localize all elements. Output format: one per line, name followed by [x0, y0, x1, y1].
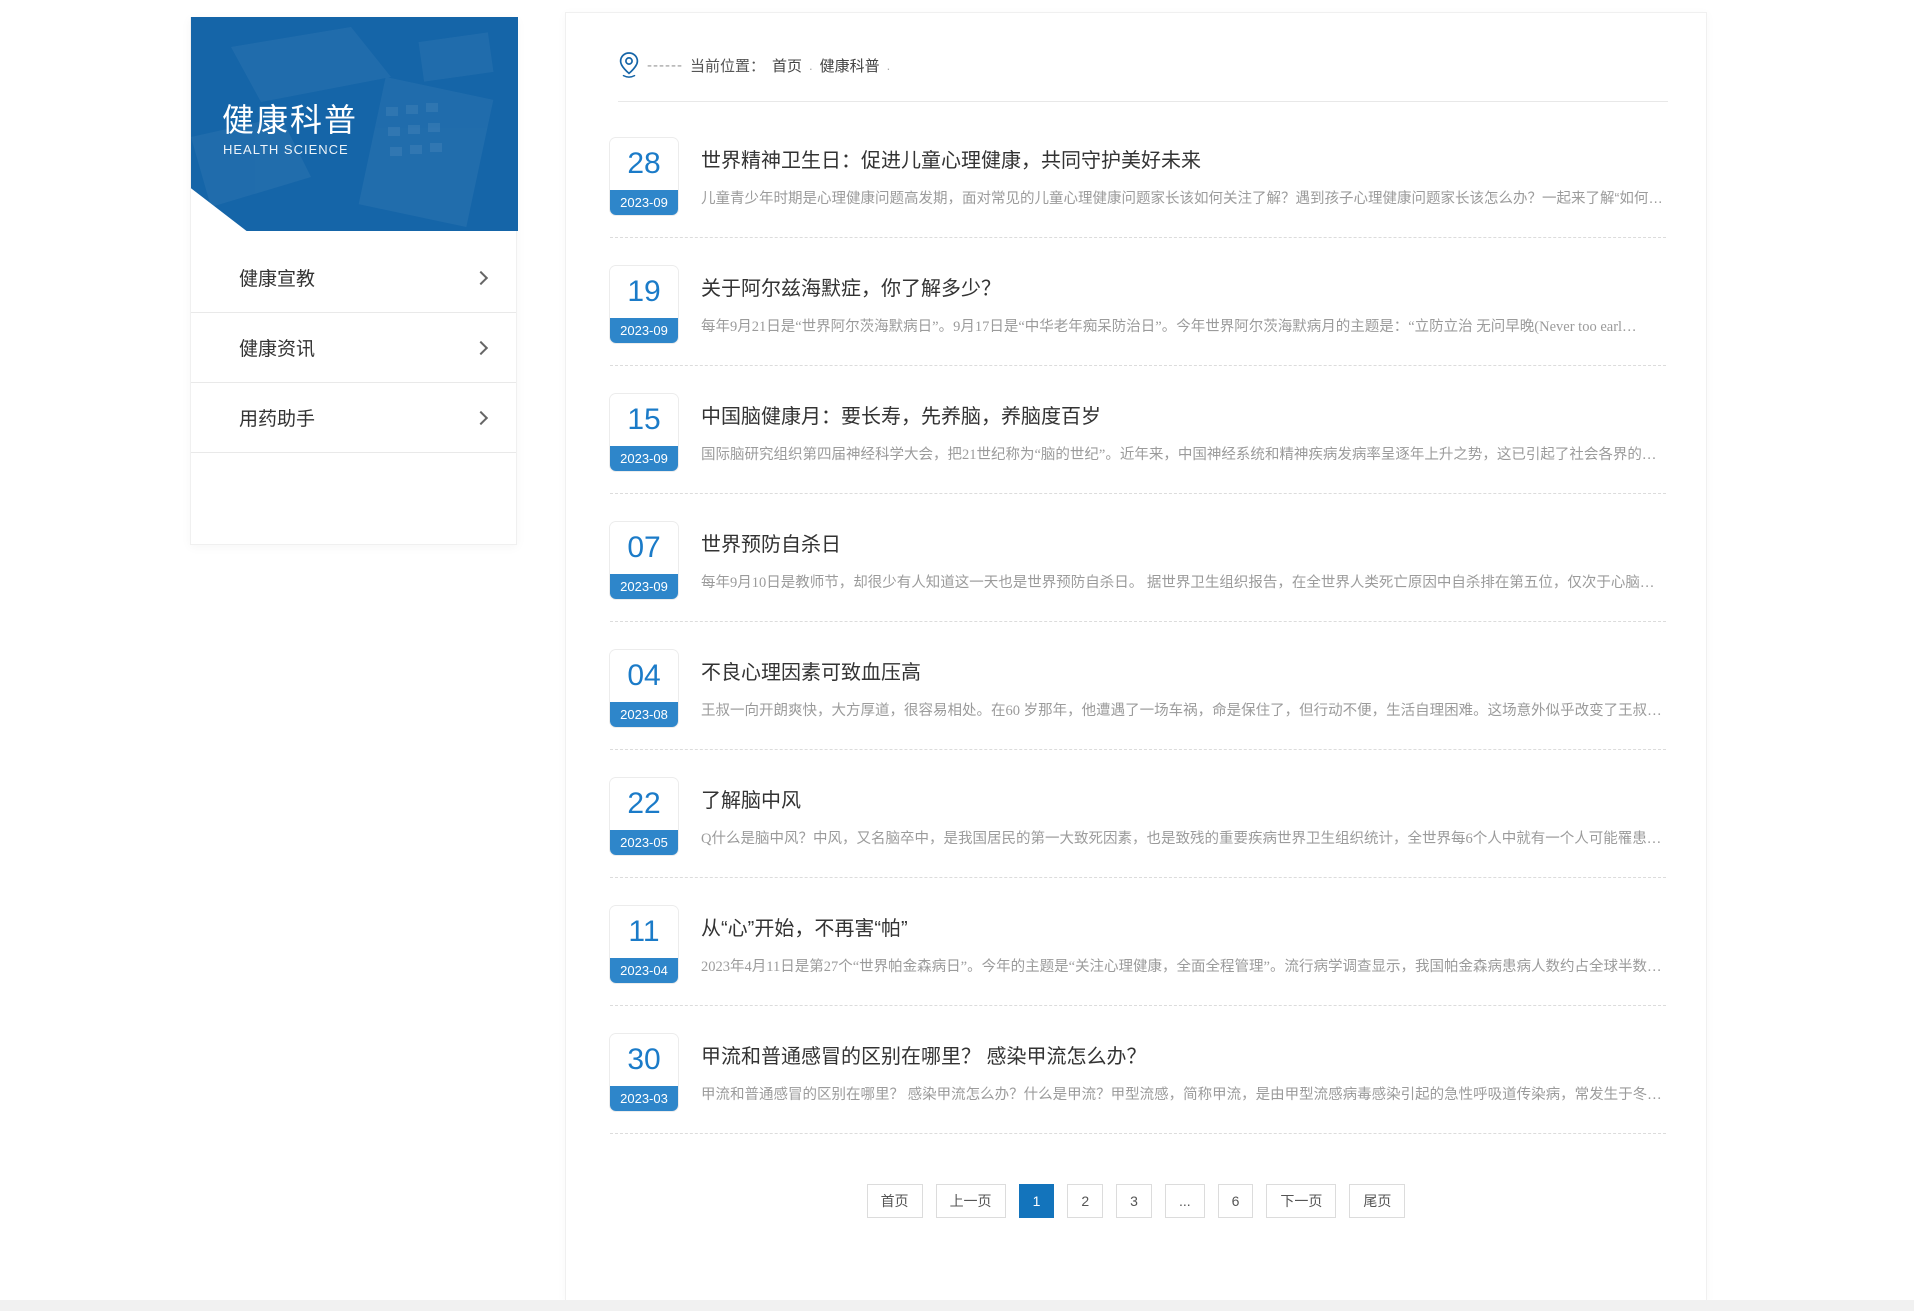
sidebar-item-medication-assistant[interactable]: 用药助手 [191, 383, 516, 453]
date-badge: 11 2023-04 [610, 906, 678, 983]
date-year-month: 2023-09 [610, 574, 678, 599]
pagination-next-button[interactable]: 下一页 [1266, 1184, 1337, 1218]
article-row[interactable]: 22 2023-05 了解脑中风 Q什么是脑中风？中风，又名脑卒中，是我国居民的… [610, 750, 1666, 878]
sidebar-item-label: 健康宣教 [239, 269, 316, 290]
article-title[interactable]: 不良心理因素可致血压高 [701, 656, 1666, 685]
pagination-last-button[interactable]: 尾页 [1349, 1184, 1406, 1218]
sidebar-item-health-news[interactable]: 健康资讯 [191, 313, 516, 383]
pagination-ellipsis-button[interactable]: ... [1164, 1184, 1205, 1218]
article-list: 28 2023-09 世界精神卫生日：促进儿童心理健康，共同守护美好未来 儿童青… [610, 110, 1666, 1134]
date-badge: 19 2023-09 [610, 266, 678, 343]
breadcrumb: ------ 当前位置： 首页 . 健康科普 . [566, 13, 1706, 81]
breadcrumb-current-link[interactable]: 健康科普 [820, 55, 880, 76]
date-year-month: 2023-09 [610, 446, 678, 471]
chevron-right-icon [473, 340, 489, 355]
pagination-page-2-button[interactable]: 2 [1067, 1184, 1104, 1218]
date-year-month: 2023-05 [610, 830, 678, 855]
chevron-right-icon [473, 270, 489, 285]
breadcrumb-home-link[interactable]: 首页 [772, 55, 802, 76]
article-title[interactable]: 关于阿尔兹海默症，你了解多少？ [701, 272, 1666, 301]
article-row[interactable]: 19 2023-09 关于阿尔兹海默症，你了解多少？ 每年9月21日是“世界阿尔… [610, 238, 1666, 366]
breadcrumb-label: 当前位置： [689, 57, 765, 75]
date-day: 30 [610, 1034, 678, 1086]
breadcrumb-separator: . [886, 57, 891, 73]
pagination-page-1-button[interactable]: 1 [1018, 1184, 1055, 1218]
breadcrumb-separator: . [809, 57, 813, 73]
date-badge: 04 2023-08 [610, 650, 678, 727]
pagination-page-6-button[interactable]: 6 [1217, 1184, 1254, 1218]
date-day: 22 [610, 778, 678, 830]
article-summary: 儿童青少年时期是心理健康问题高发期，面对常见的儿童心理健康问题家长该如何关注了解… [701, 191, 1666, 207]
pagination: 首页 上一页 1 2 3 ... 6 下一页 尾页 [566, 1184, 1706, 1218]
article-title[interactable]: 中国脑健康月：要长寿，先养脑，养脑度百岁 [701, 400, 1666, 429]
sidebar-item-label: 用药助手 [239, 409, 316, 430]
sidebar-item-health-education[interactable]: 健康宣教 [191, 243, 516, 313]
article-summary: 甲流和普通感冒的区别在哪里？ 感染甲流怎么办？什么是甲流？甲型流感，简称甲流，是… [701, 1087, 1666, 1103]
article-summary: 每年9月21日是“世界阿尔茨海默病日”。9月17日是“中华老年痴呆防治日”。今年… [701, 319, 1637, 335]
article-row[interactable]: 15 2023-09 中国脑健康月：要长寿，先养脑，养脑度百岁 国际脑研究组织第… [610, 366, 1666, 494]
article-row[interactable]: 07 2023-09 世界预防自杀日 每年9月10日是教师节，却很少有人知道这一… [610, 494, 1666, 622]
article-summary: 王叔一向开朗爽快，大方厚道，很容易相处。在60 岁那年，他遭遇了一场车祸，命是保… [701, 703, 1666, 719]
pagination-first-button[interactable]: 首页 [866, 1184, 923, 1218]
article-row[interactable]: 28 2023-09 世界精神卫生日：促进儿童心理健康，共同守护美好未来 儿童青… [610, 110, 1666, 238]
sidebar: 健康科普 HEALTH SCIENCE 健康宣教 健康资讯 用药助手 [190, 17, 518, 545]
sidebar-item-label: 健康资讯 [239, 339, 316, 360]
sidebar-menu: 健康宣教 健康资讯 用药助手 [191, 243, 516, 453]
date-day: 28 [610, 138, 678, 190]
article-title[interactable]: 甲流和普通感冒的区别在哪里？ 感染甲流怎么办？ [701, 1040, 1666, 1069]
article-title[interactable]: 世界预防自杀日 [701, 528, 1666, 557]
sidebar-subtitle: HEALTH SCIENCE [223, 142, 349, 157]
date-badge: 15 2023-09 [610, 394, 678, 471]
breadcrumb-dashes: ------ [647, 56, 683, 74]
article-row[interactable]: 11 2023-04 从“心”开始，不再害“帕” 2023年4月11日是第27个… [610, 878, 1666, 1006]
date-day: 04 [610, 650, 678, 702]
article-summary: 2023年4月11日是第27个“世界帕金森病日”。今年的主题是“关注心理健康，全… [701, 959, 1662, 975]
date-year-month: 2023-03 [610, 1086, 678, 1111]
date-badge: 28 2023-09 [610, 138, 678, 215]
article-summary: Q什么是脑中风？中风，又名脑卒中，是我国居民的第一大致死因素，也是致残的重要疾病… [701, 831, 1666, 847]
article-summary: 国际脑研究组织第四届神经科学大会，把21世纪称为“脑的世纪”。近年来，中国神经系… [701, 447, 1666, 463]
footer-strip [0, 1300, 1914, 1311]
article-title[interactable]: 世界精神卫生日：促进儿童心理健康，共同守护美好未来 [701, 144, 1666, 173]
date-day: 19 [610, 266, 678, 318]
date-year-month: 2023-08 [610, 702, 678, 727]
article-row[interactable]: 30 2023-03 甲流和普通感冒的区别在哪里？ 感染甲流怎么办？ 甲流和普通… [610, 1006, 1666, 1134]
pagination-prev-button[interactable]: 上一页 [935, 1184, 1006, 1218]
article-title[interactable]: 了解脑中风 [701, 784, 1666, 813]
main-content: ------ 当前位置： 首页 . 健康科普 . 28 2023-09 世界精神… [565, 12, 1707, 1301]
breadcrumb-divider [618, 101, 1668, 102]
date-day: 11 [610, 906, 678, 958]
pagination-page-3-button[interactable]: 3 [1116, 1184, 1152, 1218]
date-day: 07 [610, 522, 678, 574]
date-badge: 22 2023-05 [610, 778, 678, 855]
location-pin-icon [619, 52, 639, 78]
date-day: 15 [610, 394, 678, 446]
date-year-month: 2023-09 [610, 190, 678, 215]
date-badge: 30 2023-03 [610, 1034, 678, 1111]
date-badge: 07 2023-09 [610, 522, 678, 599]
date-year-month: 2023-09 [610, 318, 678, 343]
sidebar-banner: 健康科普 HEALTH SCIENCE [191, 17, 518, 231]
article-summary: 每年9月10日是教师节，却很少有人知道这一天也是世界预防自杀日。 据世界卫生组织… [701, 575, 1666, 591]
sidebar-title: 健康科普 [222, 102, 359, 138]
chevron-right-icon [473, 410, 489, 425]
article-row[interactable]: 04 2023-08 不良心理因素可致血压高 王叔一向开朗爽快，大方厚道，很容易… [610, 622, 1666, 750]
date-year-month: 2023-04 [610, 958, 678, 983]
article-title[interactable]: 从“心”开始，不再害“帕” [701, 912, 1666, 941]
